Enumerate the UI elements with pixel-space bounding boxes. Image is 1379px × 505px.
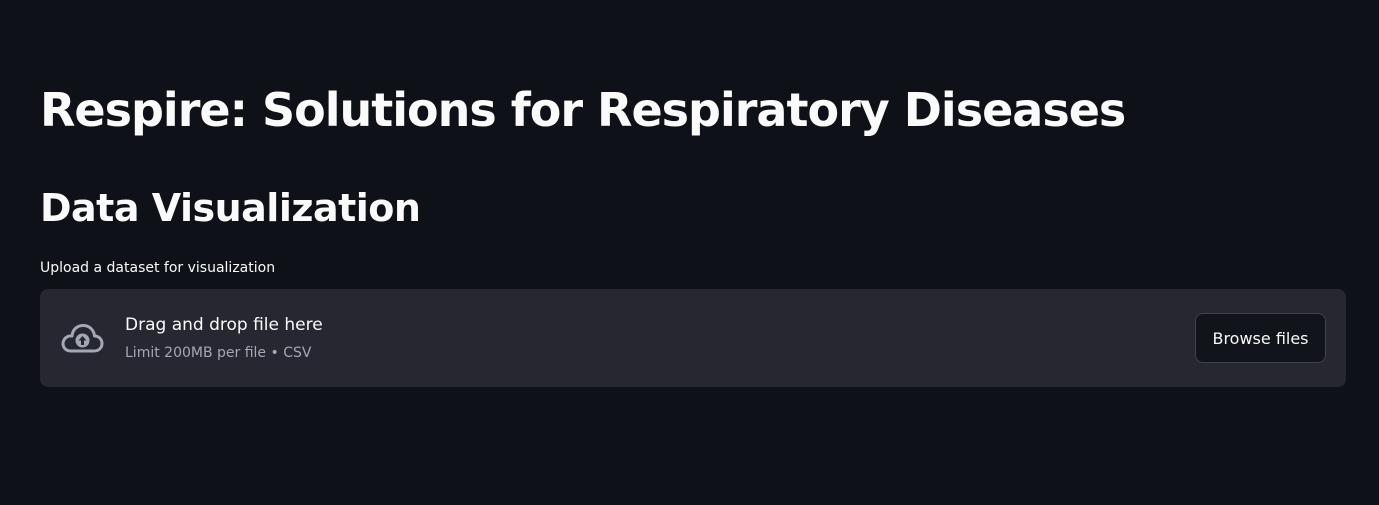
dropzone-instructions: Drag and drop file here Limit 200MB per … — [125, 313, 323, 363]
page-title: Respire: Solutions for Respiratory Disea… — [40, 83, 1126, 137]
section-title: Data Visualization — [40, 186, 421, 230]
drop-title: Drag and drop file here — [125, 315, 323, 335]
file-limit-text: Limit 200MB per file • CSV — [125, 345, 312, 361]
browse-files-button[interactable]: Browse files — [1195, 313, 1326, 363]
cloud-upload-icon — [59, 320, 105, 356]
file-dropzone[interactable]: Drag and drop file here Limit 200MB per … — [40, 289, 1346, 387]
uploader-label: Upload a dataset for visualization — [40, 260, 276, 276]
